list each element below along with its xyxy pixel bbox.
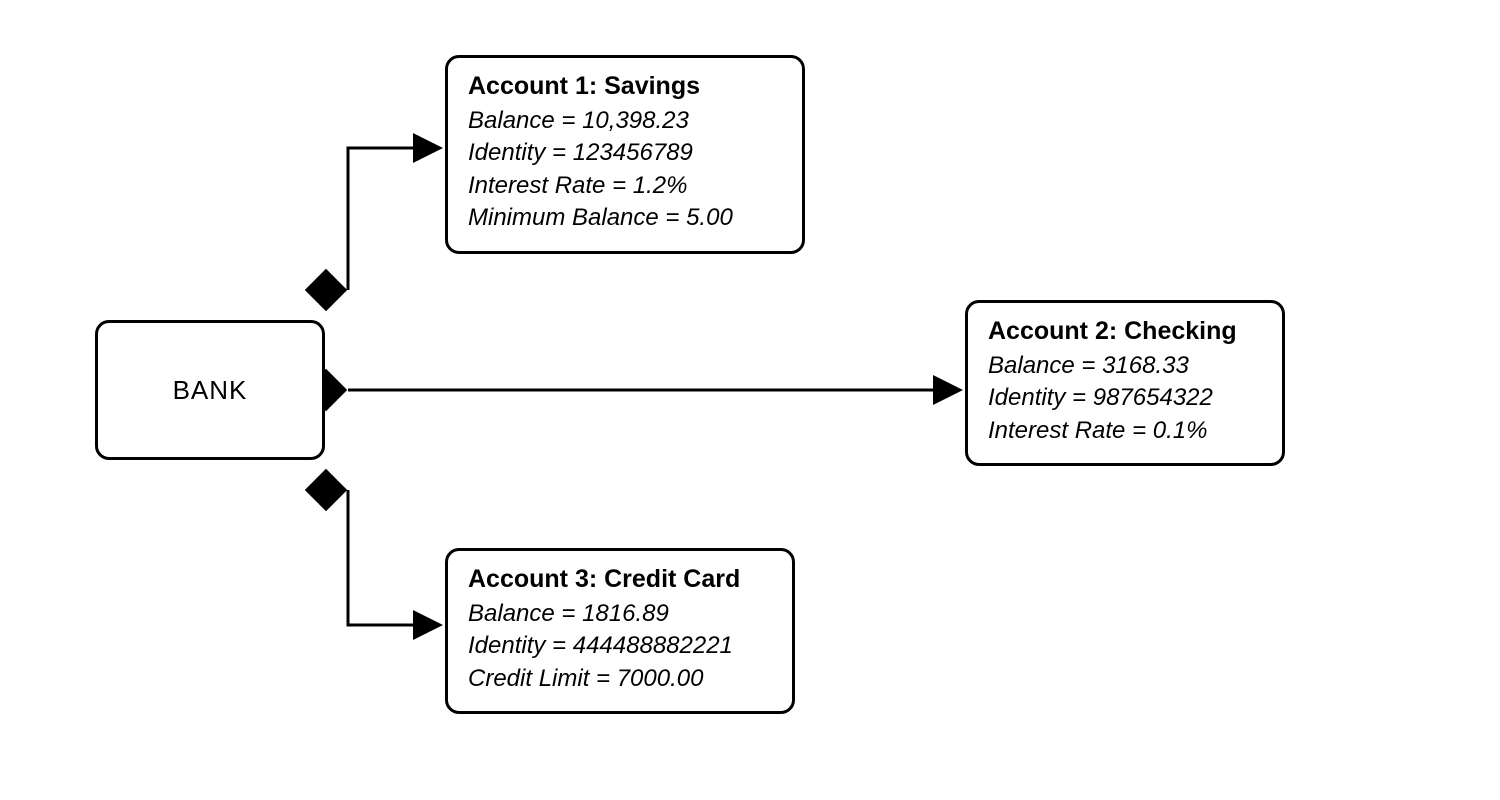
account-attr: Minimum Balance = 5.00 [468, 202, 782, 234]
edge-bank-to-account3 [348, 490, 440, 625]
account-attr: Identity = 987654322 [988, 382, 1262, 414]
account-attr: Identity = 123456789 [468, 137, 782, 169]
account-attr: Balance = 10,398.23 [468, 105, 782, 137]
bank-node: BANK [95, 320, 325, 460]
account-attr: Interest Rate = 1.2% [468, 170, 782, 202]
account-attr: Balance = 3168.33 [988, 350, 1262, 382]
account-attr: Identity = 444488882221 [468, 630, 772, 662]
account-title: Account 2: Checking [988, 317, 1262, 346]
edge-bank-to-account1 [348, 148, 440, 290]
account-attr: Balance = 1816.89 [468, 598, 772, 630]
account-title: Account 1: Savings [468, 72, 782, 101]
diagram-canvas: BANK Account 1: Savings Balance = 10,398… [0, 0, 1500, 800]
composition-diamond-icon [305, 269, 347, 311]
account-node-savings: Account 1: Savings Balance = 10,398.23 I… [445, 55, 805, 254]
account-attr: Interest Rate = 0.1% [988, 415, 1262, 447]
account-attr: Credit Limit = 7000.00 [468, 663, 772, 695]
account-node-credit-card: Account 3: Credit Card Balance = 1816.89… [445, 548, 795, 714]
composition-diamond-icon [305, 469, 347, 511]
account-title: Account 3: Credit Card [468, 565, 772, 594]
bank-label: BANK [173, 375, 248, 406]
account-node-checking: Account 2: Checking Balance = 3168.33 Id… [965, 300, 1285, 466]
